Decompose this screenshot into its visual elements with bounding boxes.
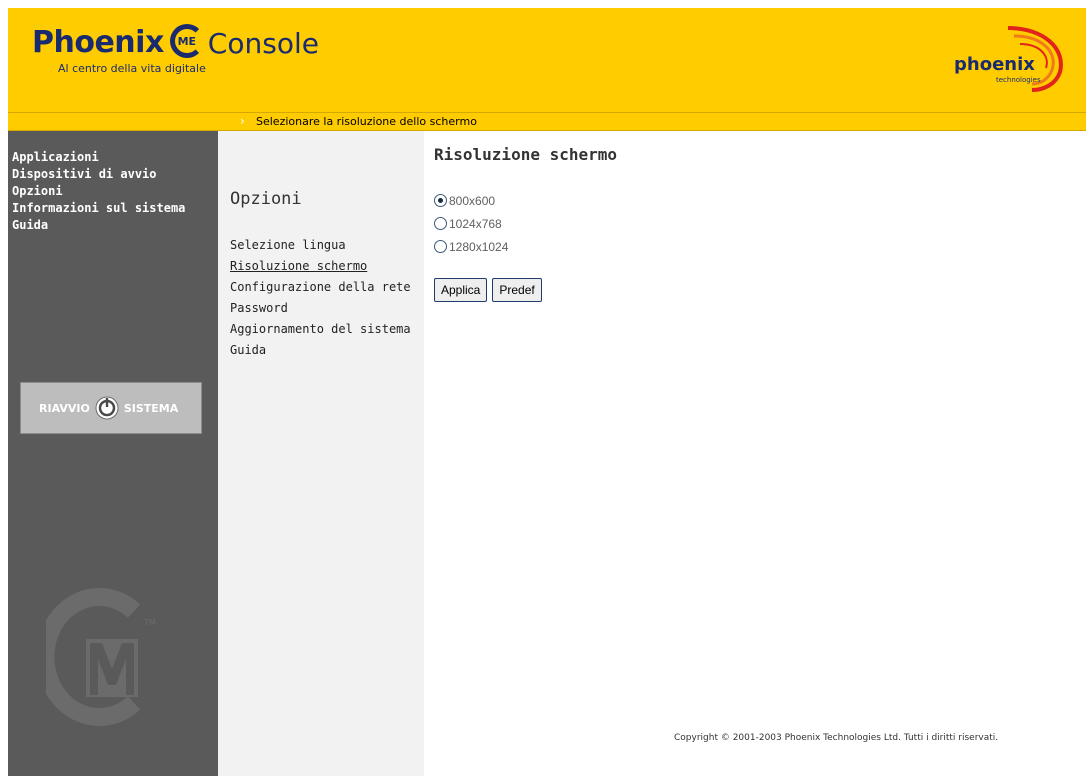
sidebar-item-opzioni[interactable]: Opzioni bbox=[12, 183, 218, 200]
sidebar-item-dispositivi-di-avvio[interactable]: Dispositivi di avvio bbox=[12, 166, 218, 183]
header-banner: Phoenix ME Console Al centro della vita … bbox=[8, 8, 1086, 113]
badge-label: ME bbox=[177, 34, 197, 48]
sidebar-item-guida[interactable]: Guida bbox=[12, 217, 218, 234]
options-heading: Opzioni bbox=[230, 189, 302, 209]
option-password[interactable]: Password bbox=[230, 298, 411, 319]
main-nav: Applicazioni Dispositivi di avvio Opzion… bbox=[8, 131, 218, 234]
sidebar-item-applicazioni[interactable]: Applicazioni bbox=[12, 149, 218, 166]
main-content: Risoluzione schermo 800x600 1024x768 128… bbox=[424, 131, 1086, 776]
apply-button[interactable]: Applica bbox=[434, 278, 488, 302]
brand-name: Phoenix bbox=[32, 25, 164, 60]
main-sidebar: Applicazioni Dispositivi di avvio Opzion… bbox=[8, 131, 218, 776]
option-aggiornamento-sistema[interactable]: Aggiornamento del sistema bbox=[230, 319, 411, 340]
logo-subtext: technologies bbox=[996, 76, 1041, 84]
resolution-label: 800x600 bbox=[449, 193, 496, 208]
status-message: Selezionare la risoluzione dello schermo bbox=[256, 115, 477, 128]
option-selezione-lingua[interactable]: Selezione lingua bbox=[230, 235, 411, 256]
restart-system-button[interactable]: RIAVVIO SISTEMA bbox=[20, 382, 202, 434]
sidebar-item-informazioni-sul-sistema[interactable]: Informazioni sul sistema bbox=[12, 200, 218, 217]
resolution-label: 1280x1024 bbox=[449, 239, 509, 254]
brand-tagline: Al centro della vita digitale bbox=[58, 62, 206, 75]
resolution-option-1024x768[interactable]: 1024x768 bbox=[434, 212, 508, 235]
action-buttons: Applica Predef bbox=[434, 278, 547, 302]
restart-label-right: SISTEMA bbox=[123, 401, 179, 415]
options-panel: Opzioni Selezione lingua Risoluzione sch… bbox=[218, 131, 424, 776]
console-window: Phoenix ME Console Al centro della vita … bbox=[8, 8, 1086, 776]
arrow-right-icon: › bbox=[240, 114, 245, 128]
page-title: Risoluzione schermo bbox=[434, 145, 618, 164]
cme-watermark-icon: TM bbox=[46, 588, 156, 726]
brand-logo: Phoenix ME Console Al centro della vita … bbox=[32, 24, 319, 75]
resolution-option-1280x1024[interactable]: 1280x1024 bbox=[434, 235, 508, 258]
option-guida[interactable]: Guida bbox=[230, 340, 411, 361]
option-risoluzione-schermo[interactable]: Risoluzione schermo bbox=[230, 256, 411, 277]
options-list: Selezione lingua Risoluzione schermo Con… bbox=[230, 235, 411, 361]
radio-dot-icon bbox=[438, 198, 443, 203]
cme-badge-icon: ME bbox=[169, 24, 204, 58]
resolution-label: 1024x768 bbox=[449, 216, 502, 231]
restart-label-left: RIAVVIO bbox=[39, 401, 90, 415]
status-bar: › Selezionare la risoluzione dello scher… bbox=[8, 113, 1086, 131]
svg-text:TM: TM bbox=[143, 618, 156, 627]
resolution-option-800x600[interactable]: 800x600 bbox=[434, 189, 508, 212]
product-name: Console bbox=[207, 27, 319, 60]
logo-wordmark: phoenix bbox=[954, 54, 1035, 75]
phoenix-technologies-logo: phoenix technologies bbox=[948, 22, 1068, 92]
option-configurazione-rete[interactable]: Configurazione della rete bbox=[230, 277, 411, 298]
resolution-radio-group: 800x600 1024x768 1280x1024 bbox=[434, 189, 508, 258]
radio-button-selected[interactable] bbox=[434, 194, 447, 207]
radio-button[interactable] bbox=[434, 217, 447, 230]
default-button[interactable]: Predef bbox=[492, 278, 542, 302]
copyright-notice: Copyright © 2001-2003 Phoenix Technologi… bbox=[674, 733, 999, 743]
radio-button[interactable] bbox=[434, 240, 447, 253]
power-icon bbox=[95, 396, 119, 420]
